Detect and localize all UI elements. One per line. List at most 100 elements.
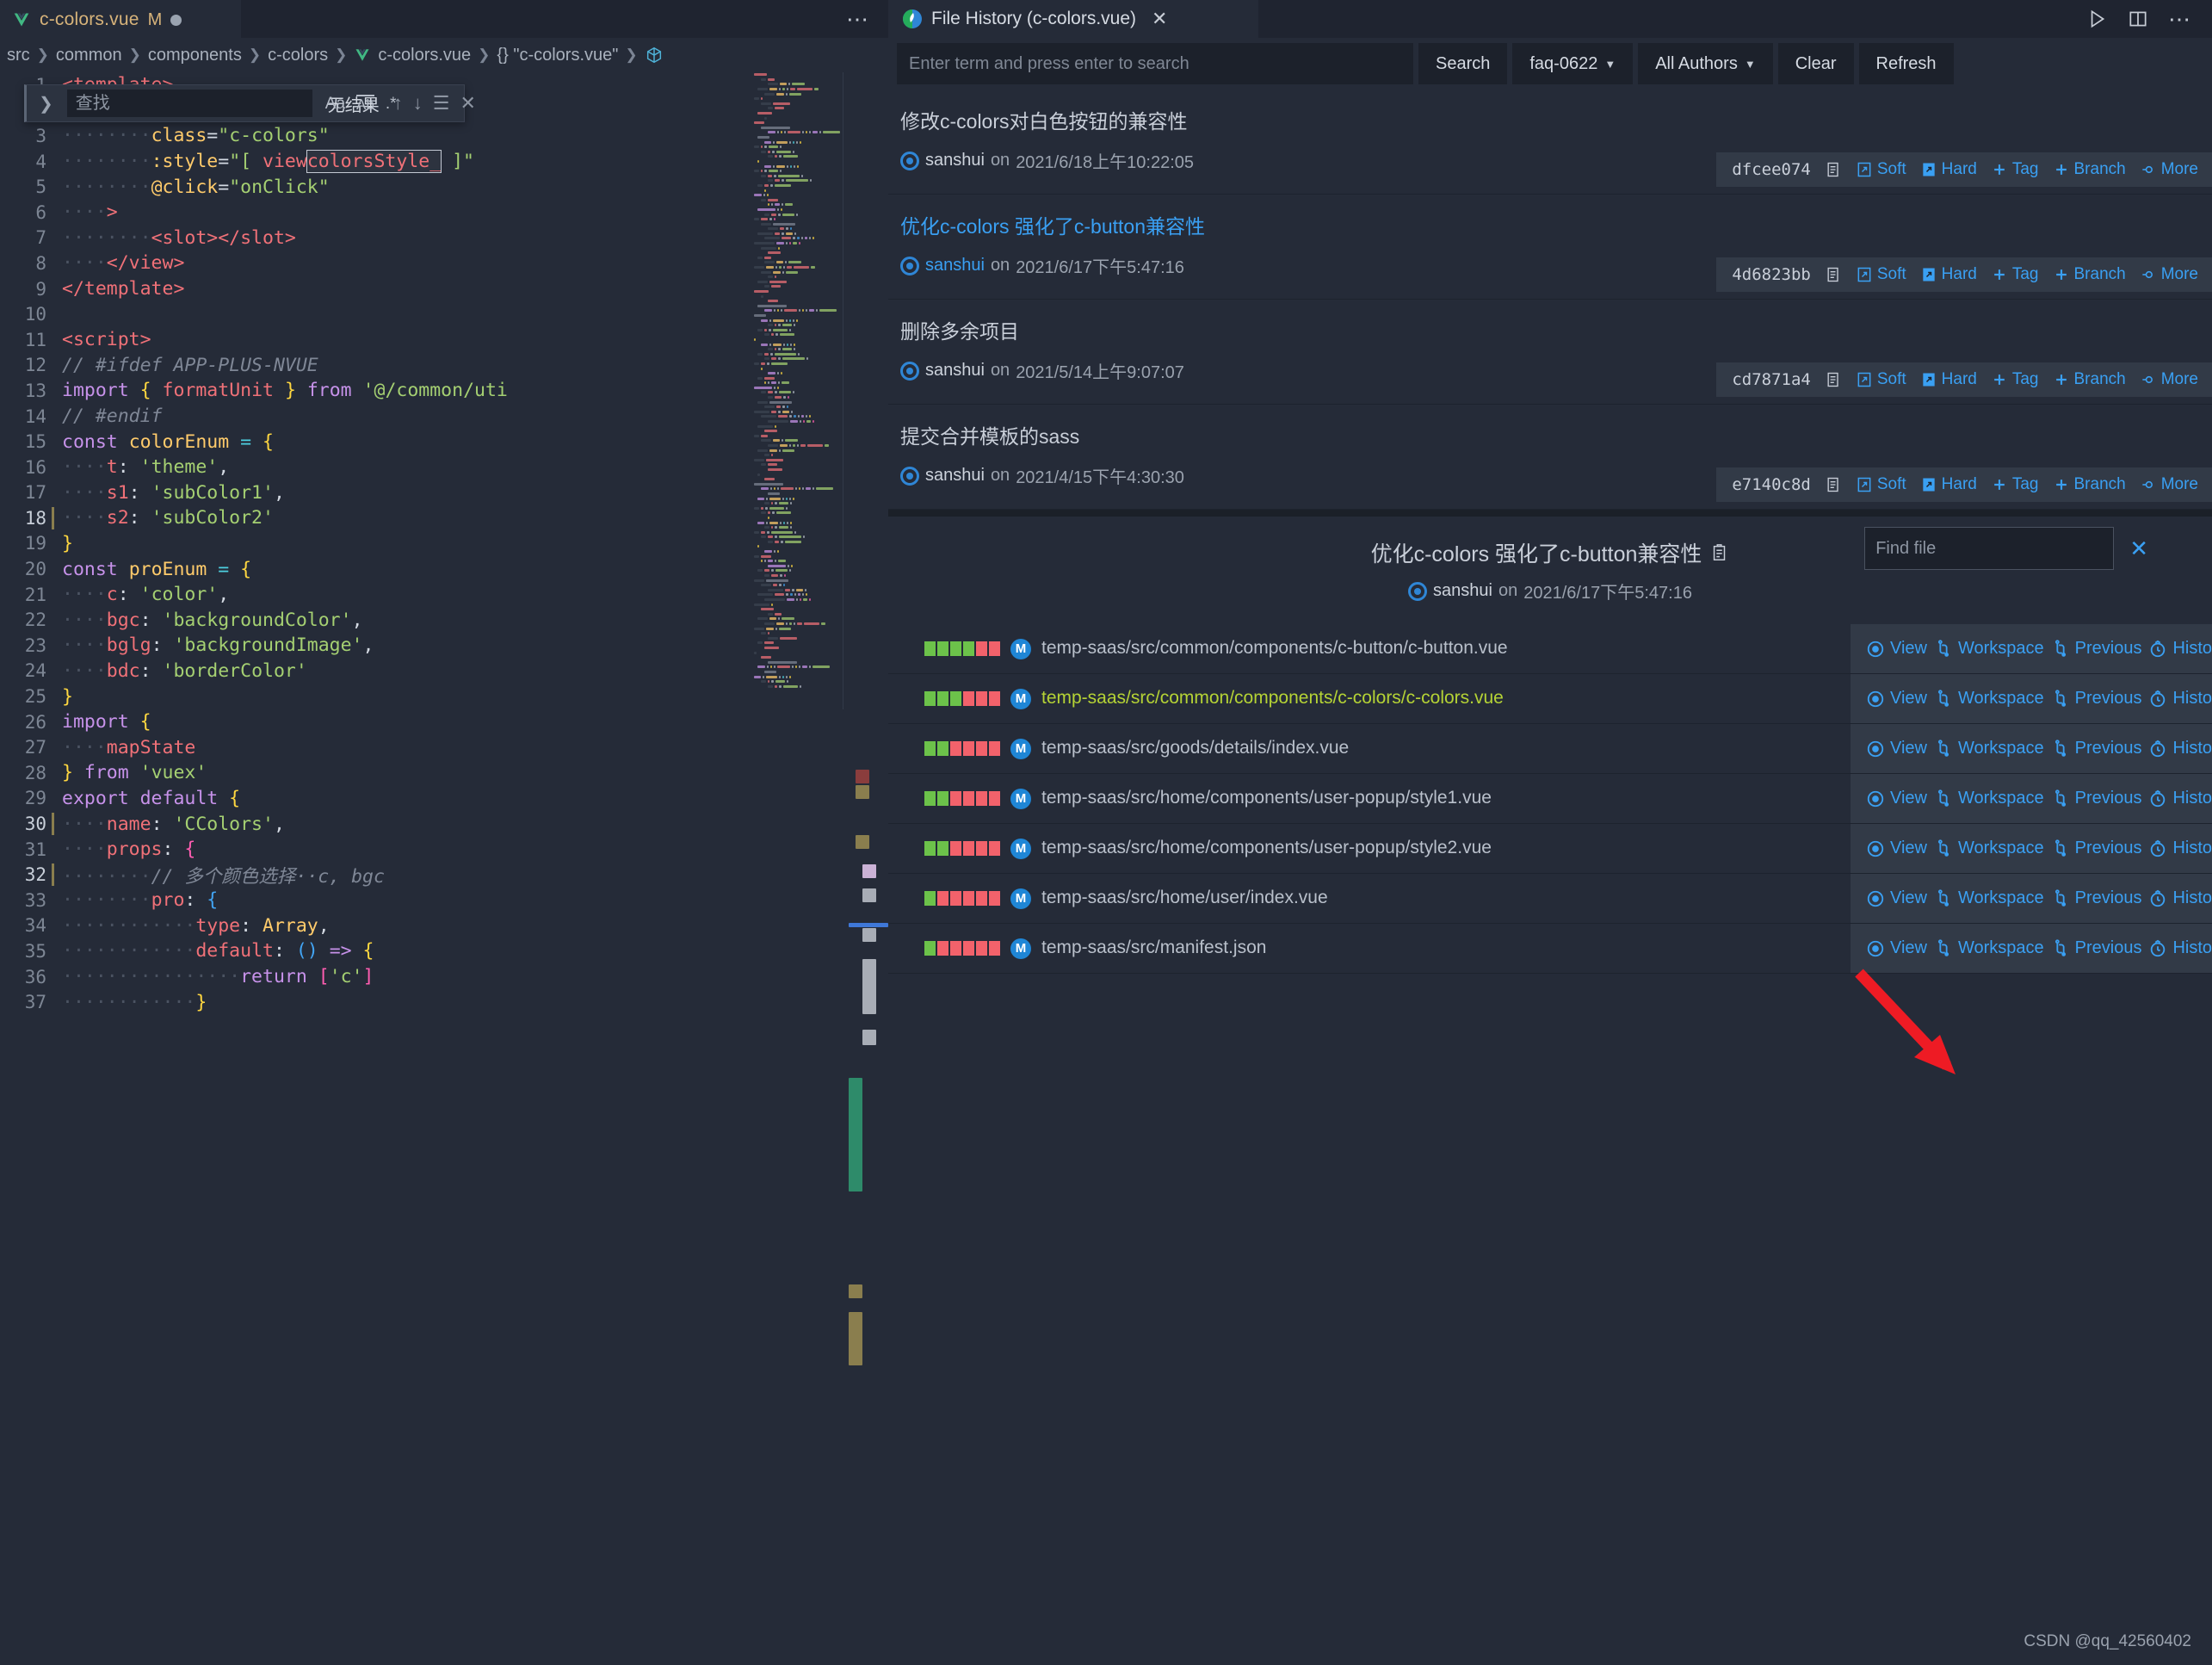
commit-action-tag[interactable]: Tag [1991,475,2039,494]
commit-action-branch[interactable]: Branch [2053,160,2126,179]
commit-action-hard[interactable]: Hard [1920,265,1977,284]
commit-action-hard[interactable]: Hard [1920,475,1977,494]
file-path[interactable]: temp-saas/src/home/components/user-popup… [1041,786,1492,810]
code-line[interactable]: 25} [0,684,888,709]
file-row[interactable]: Mtemp-saas/src/manifest.json View Workspac… [888,924,2212,974]
close-icon[interactable]: ✕ [2129,535,2148,562]
split-editor-icon[interactable] [2127,8,2149,30]
file-path[interactable]: temp-saas/src/common/components/c-button… [1041,636,1508,660]
code-lines[interactable]: 1<template>2····<view3········class="c-c… [0,72,888,1665]
file-row[interactable]: Mtemp-saas/src/home/components/user-popu… [888,774,2212,824]
copy-hash-icon[interactable] [1825,266,1842,283]
code-line[interactable]: 37 ············} [0,989,888,1015]
commit-subject[interactable]: 提交合并模板的sass [900,420,2212,449]
file-row[interactable]: Mtemp-saas/src/common/components/c-color… [888,674,2212,724]
changed-files-list[interactable]: Mtemp-saas/src/common/components/c-butto… [888,624,2212,974]
commit-row[interactable]: 提交合并模板的sass sanshui on 2021/4/15下午4:30:30 e7… [888,405,2212,510]
code-line[interactable]: 13 import { formatUnit } from '@/common/u… [0,378,888,404]
search-button[interactable]: Search [1418,43,1508,84]
clipboard-icon[interactable] [1710,543,1729,562]
file-path[interactable]: temp-saas/src/home/user/index.vue [1041,886,1328,910]
history-tab[interactable]: File History (c-colors.vue) ✕ [888,0,1258,38]
code-line[interactable]: 27 ····mapState [0,734,888,760]
commit-action-branch[interactable]: Branch [2053,475,2126,494]
commit-action-hard[interactable]: Hard [1920,370,1977,389]
code-line[interactable]: 3 ········class="c-colors" [0,123,888,149]
code-line[interactable]: 12 // #ifdef APP-PLUS-NVUE [0,353,888,379]
commit-action-tag[interactable]: Tag [1991,160,2039,179]
commit-action-more[interactable]: More [2140,160,2198,179]
file-action-history[interactable]: History [2148,739,2212,758]
code-line[interactable]: 4 ········:style="[ viewcolorsStyle_ ]" [0,149,888,175]
file-action-previous[interactable]: Previous [2051,888,2141,908]
file-action-workspace[interactable]: Workspace [1934,639,2044,659]
code-editor-area[interactable]: 1<template>2····<view3········class="c-c… [0,72,888,1665]
breadcrumb-item-2[interactable]: components [148,46,242,65]
unsaved-dot-icon[interactable] [170,14,182,26]
commit-subject[interactable]: 修改c-colors对白色按钮的兼容性 [900,105,2212,134]
find-widget[interactable]: ❯ Aa Ab .* 无结果 ↑ ↓ ☰ ✕ [24,84,476,122]
file-action-workspace[interactable]: Workspace [1934,888,2044,908]
commit-row[interactable]: 修改c-colors对白色按钮的兼容性 sanshui on 2021/6/18上午1… [888,90,2212,195]
file-action-history[interactable]: History [2148,639,2212,659]
commit-hash[interactable]: dfcee074 [1732,160,1811,179]
breadcrumb-item-5[interactable]: {} "c-colors.vue" [497,46,618,65]
code-line[interactable]: 21 ····c: 'color', [0,582,888,608]
commit-action-soft[interactable]: Soft [1856,370,1906,389]
commit-action-more[interactable]: More [2140,265,2198,284]
file-action-previous[interactable]: Previous [2051,639,2141,659]
clear-button[interactable]: Clear [1777,43,1854,84]
code-line[interactable]: 22 ····bgc: 'backgroundColor', [0,607,888,633]
file-action-history[interactable]: History [2148,839,2212,858]
file-action-history[interactable]: History [2148,938,2212,958]
copy-hash-icon[interactable] [1825,161,1842,178]
close-icon[interactable]: ✕ [1152,8,1167,30]
file-action-previous[interactable]: Previous [2051,938,2141,958]
file-action-history[interactable]: History [2148,789,2212,808]
file-path[interactable]: temp-saas/src/common/components/c-colors… [1041,686,1504,710]
commit-list[interactable]: 修改c-colors对白色按钮的兼容性 sanshui on 2021/6/18上午1… [888,90,2212,510]
file-action-view[interactable]: View [1866,839,1927,858]
copy-hash-icon[interactable] [1825,371,1842,388]
commit-hash[interactable]: e7140c8d [1732,475,1811,494]
code-line[interactable]: 15 const colorEnum = { [0,429,888,455]
breadcrumb-item-0[interactable]: src [7,46,30,65]
copy-hash-icon[interactable] [1825,476,1842,493]
code-line[interactable]: 16 ····t: 'theme', [0,455,888,480]
file-row[interactable]: Mtemp-saas/src/goods/details/index.vue Vi… [888,724,2212,774]
code-line[interactable]: 29 export default { [0,786,888,812]
code-line[interactable]: 5 ········@click="onClick" [0,174,888,200]
commit-action-soft[interactable]: Soft [1856,160,1906,179]
code-line[interactable]: 11 <script> [0,327,888,353]
commit-row[interactable]: 删除多余项目 sanshui on 2021/5/14上午9:07:07 cd7871a… [888,300,2212,405]
file-action-view[interactable]: View [1866,938,1927,958]
overview-ruler[interactable] [843,72,888,1665]
commit-action-more[interactable]: More [2140,370,2198,389]
commit-row[interactable]: 优化c-colors 强化了c-button兼容性 sanshui on 2021/6… [888,195,2212,300]
pane-divider[interactable] [888,510,2212,517]
file-action-history[interactable]: History [2148,689,2212,709]
code-line[interactable]: 35 ············default: () => { [0,938,888,964]
find-in-selection-icon[interactable]: ☰ [433,92,450,115]
commit-action-branch[interactable]: Branch [2053,265,2126,284]
author-filter-button[interactable]: All Authors ▼ [1638,43,1773,84]
file-row[interactable]: Mtemp-saas/src/common/components/c-butto… [888,624,2212,674]
code-line[interactable]: 36 ················return ['c'] [0,964,888,990]
code-line[interactable]: 6 ····> [0,200,888,226]
branch-filter-button[interactable]: faq-0622 ▼ [1512,43,1634,84]
find-next-icon[interactable]: ↓ [413,92,423,115]
code-line[interactable]: 20 const proEnum = { [0,556,888,582]
breadcrumb-item-1[interactable]: common [56,46,122,65]
commit-hash[interactable]: cd7871a4 [1732,370,1811,389]
code-line[interactable]: 18 ····s2: 'subColor2' [0,505,888,531]
file-action-previous[interactable]: Previous [2051,689,2141,709]
commit-action-soft[interactable]: Soft [1856,265,1906,284]
search-input[interactable] [897,43,1413,84]
code-line[interactable]: 30 ····name: 'CColors', [0,811,888,837]
file-action-workspace[interactable]: Workspace [1934,839,2044,858]
file-action-previous[interactable]: Previous [2051,789,2141,808]
code-line[interactable]: 24 ····bdc: 'borderColor' [0,659,888,684]
file-row[interactable]: Mtemp-saas/src/home/user/index.vue View Wo… [888,874,2212,924]
close-icon[interactable]: ✕ [460,92,476,115]
code-line[interactable]: 26 import { [0,709,888,735]
